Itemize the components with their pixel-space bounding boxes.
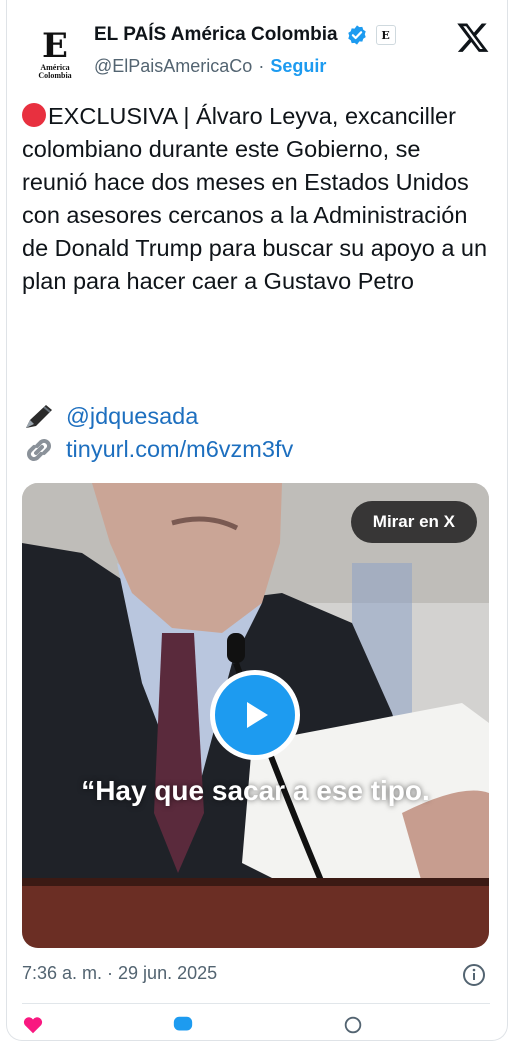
red-circle-icon [22, 103, 46, 127]
tweet-url-link[interactable]: tinyurl.com/m6vzm3fv [66, 433, 293, 466]
account-handle[interactable]: @ElPaisAmericaCo [94, 56, 252, 77]
account-name-row: EL PAÍS América Colombia E [94, 24, 396, 46]
play-icon [247, 702, 268, 728]
tweet-timestamp[interactable]: 7:36 a. m. · 29 jun. 2025 [22, 963, 217, 984]
affiliate-badge: E [375, 25, 396, 45]
tweet-text: EXCLUSIVA | Álvaro Leyva, excanciller co… [22, 100, 490, 298]
account-name[interactable]: EL PAÍS América Colombia [94, 24, 338, 46]
watch-on-x-button[interactable]: Mirar en X [350, 501, 477, 543]
link-row: tinyurl.com/m6vzm3fv [22, 433, 293, 466]
pen-icon [26, 404, 52, 428]
share-icon[interactable] [342, 1014, 364, 1036]
verified-badge-icon [347, 25, 366, 45]
separator-dot: · [258, 56, 265, 76]
action-bar [22, 1014, 490, 1034]
handle-row: @ElPaisAmericaCo · Seguir [94, 56, 326, 77]
video-caption: “Hay que sacar a ese tipo. [81, 775, 430, 806]
x-logo-icon[interactable] [456, 20, 490, 54]
author-row: @jdquesada [22, 400, 198, 433]
play-button[interactable] [210, 670, 300, 760]
link-icon [27, 438, 51, 461]
account-avatar[interactable]: E América Colombia [22, 22, 88, 88]
like-icon[interactable] [22, 1014, 44, 1036]
reply-icon[interactable] [172, 1014, 194, 1036]
info-icon[interactable] [462, 963, 486, 987]
follow-button[interactable]: Seguir [270, 56, 326, 77]
video-media[interactable]: Mirar en X “Hay que sacar a ese tipo. [22, 483, 489, 948]
footer-divider [22, 1003, 490, 1004]
avatar-subtitle-2: Colombia [38, 71, 72, 80]
author-mention-link[interactable]: @jdquesada [66, 400, 198, 433]
tweet-body: EXCLUSIVA | Álvaro Leyva, excanciller co… [22, 103, 488, 294]
avatar-letter: E [42, 26, 68, 66]
